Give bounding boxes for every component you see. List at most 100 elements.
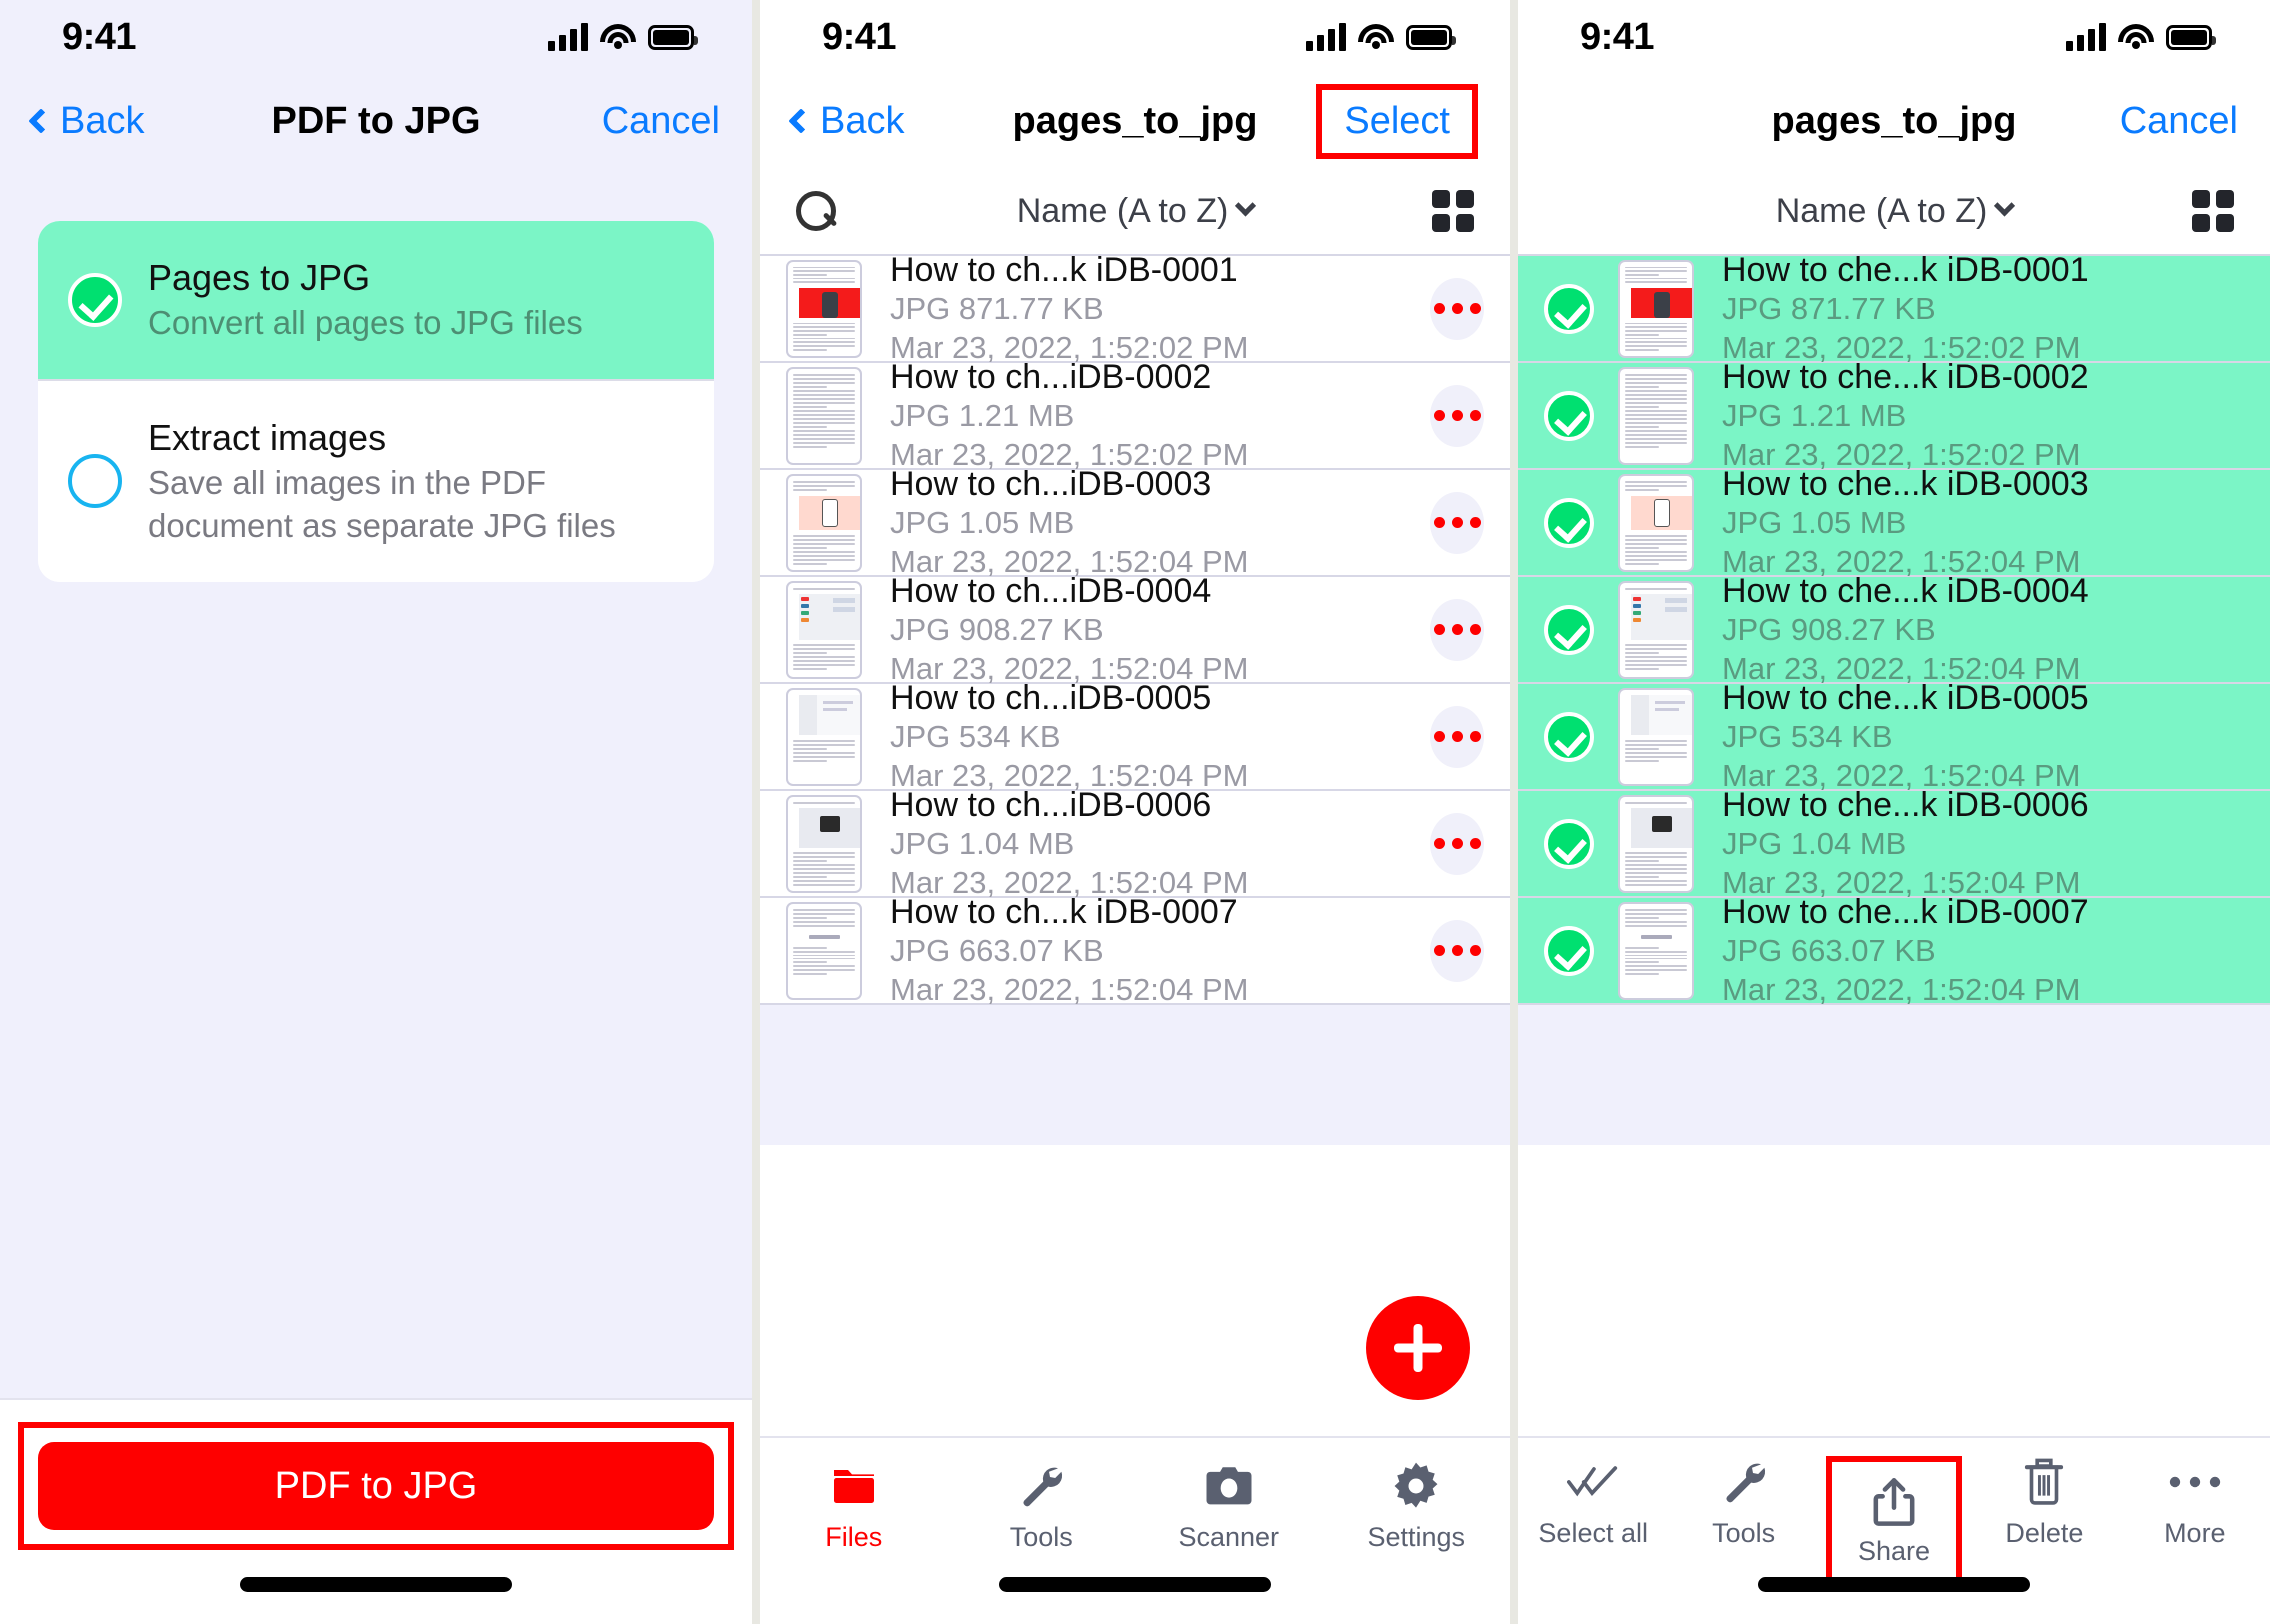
row-checkbox-selected-icon[interactable] <box>1544 925 1594 976</box>
sort-dropdown[interactable]: Name (A to Z) <box>1017 192 1257 231</box>
chevron-left-icon <box>788 108 814 134</box>
table-row[interactable]: How to che...k iDB-0006 JPG 1.04 MB Mar … <box>1518 786 2270 900</box>
radio-unselected-icon[interactable] <box>68 454 122 509</box>
row-checkbox-selected-icon[interactable] <box>1544 497 1594 548</box>
file-meta: How to ch...iDB-0005 JPG 534 KB Mar 23, … <box>882 678 1410 796</box>
tab-files[interactable]: Files <box>760 1460 948 1553</box>
row-checkbox-selected-icon[interactable] <box>1544 711 1594 762</box>
file-date: Mar 23, 2022, 1:52:04 PM <box>1722 971 2081 1007</box>
home-indicator <box>999 1577 1271 1592</box>
radio-selected-icon[interactable] <box>68 272 122 327</box>
option-title: Extract images <box>148 416 387 458</box>
option-text: Extract images Save all images in the PD… <box>148 415 684 548</box>
trash-icon <box>2018 1456 2070 1508</box>
more-options-icon[interactable] <box>1430 919 1484 982</box>
status-bar-clock: 9:41 <box>62 15 137 58</box>
table-row[interactable]: How to ch...iDB-0004 JPG 908.27 KB Mar 2… <box>760 572 1510 686</box>
action-label: More <box>2164 1518 2226 1548</box>
thumbnail-lines <box>1625 373 1687 458</box>
status-bar-clock: 9:41 <box>822 15 897 58</box>
more-options-icon[interactable] <box>1430 598 1484 661</box>
file-meta: How to ch...iDB-0006 JPG 1.04 MB Mar 23,… <box>882 785 1410 903</box>
file-date: Mar 23, 2022, 1:52:04 PM <box>890 971 1249 1007</box>
grid-view-icon[interactable] <box>1432 190 1474 232</box>
cancel-button[interactable]: Cancel <box>602 100 720 143</box>
sort-dropdown[interactable]: Name (A to Z) <box>1776 192 2016 231</box>
row-checkbox-selected-icon[interactable] <box>1544 283 1594 334</box>
table-row[interactable]: How to che...k iDB-0004 JPG 908.27 KB Ma… <box>1518 572 2270 686</box>
action-tools[interactable]: Tools <box>1668 1456 1818 1549</box>
table-row[interactable]: How to che...k iDB-0002 JPG 1.21 MB Mar … <box>1518 358 2270 472</box>
table-row[interactable]: How to ch...iDB-0006 JPG 1.04 MB Mar 23,… <box>760 786 1510 900</box>
table-row[interactable]: How to che...k iDB-0003 JPG 1.05 MB Mar … <box>1518 465 2270 579</box>
grid-view-icon[interactable] <box>2192 190 2234 232</box>
table-row[interactable]: How to ch...k iDB-0001 JPG 871.77 KB Mar… <box>760 251 1510 365</box>
file-name: How to ch...iDB-0004 <box>890 571 1212 610</box>
file-thumbnail <box>1618 473 1694 572</box>
table-row[interactable]: How to ch...iDB-0005 JPG 534 KB Mar 23, … <box>760 679 1510 793</box>
selection-action-bar: Select all Tools Share Delete More <box>1518 1436 2270 1624</box>
action-select-all[interactable]: Select all <box>1518 1456 1668 1549</box>
navigation-bar: pages_to_jpg Cancel <box>1518 74 2270 168</box>
more-options-icon[interactable] <box>1430 384 1484 447</box>
file-thumbnail <box>1618 259 1694 358</box>
more-options-icon[interactable] <box>1430 812 1484 875</box>
file-size: JPG 1.21 MB <box>890 397 1075 433</box>
more-options-icon[interactable] <box>1430 705 1484 768</box>
bottom-action-bar: PDF to JPG <box>0 1398 752 1624</box>
row-checkbox-selected-icon[interactable] <box>1544 604 1594 655</box>
row-checkbox-selected-icon[interactable] <box>1544 818 1594 869</box>
table-row[interactable]: How to ch...k iDB-0007 JPG 663.07 KB Mar… <box>760 893 1510 1007</box>
option-extract-images[interactable]: Extract images Save all images in the PD… <box>38 378 714 582</box>
action-share[interactable]: Share <box>1819 1456 1969 1583</box>
more-options-icon[interactable] <box>1430 491 1484 554</box>
more-options-icon[interactable] <box>1430 277 1484 340</box>
table-row[interactable]: How to che...k iDB-0005 JPG 534 KB Mar 2… <box>1518 679 2270 793</box>
status-bar-icons <box>548 23 698 51</box>
pdf-to-jpg-button[interactable]: PDF to JPG <box>38 1442 714 1530</box>
file-thumbnail <box>1618 366 1694 465</box>
file-meta: How to che...k iDB-0007 JPG 663.07 KB Ma… <box>1714 892 2244 1010</box>
list-empty-space <box>1518 1005 2270 1145</box>
cancel-button[interactable]: Cancel <box>2120 100 2238 143</box>
file-meta: How to ch...iDB-0004 JPG 908.27 KB Mar 2… <box>882 571 1410 689</box>
thumbnail-lines <box>1625 908 1687 993</box>
thumbnail-lines <box>1625 480 1692 565</box>
list-toolbar: Name (A to Z) <box>1518 168 2270 254</box>
tab-settings[interactable]: Settings <box>1323 1460 1511 1553</box>
file-name: How to che...k iDB-0004 <box>1722 571 2089 610</box>
back-button[interactable]: Back <box>28 100 144 143</box>
wifi-icon <box>600 24 636 50</box>
file-meta: How to che...k iDB-0002 JPG 1.21 MB Mar … <box>1714 357 2244 475</box>
folder-icon <box>828 1460 880 1512</box>
tab-scanner[interactable]: Scanner <box>1135 1460 1323 1553</box>
file-name: How to che...k iDB-0003 <box>1722 464 2089 503</box>
tab-tools[interactable]: Tools <box>948 1460 1136 1553</box>
option-pages-to-jpg[interactable]: Pages to JPG Convert all pages to JPG fi… <box>38 221 714 379</box>
option-subtitle: Convert all pages to JPG files <box>148 304 583 341</box>
navigation-bar: Back pages_to_jpg Select <box>760 74 1510 168</box>
home-indicator <box>240 1577 512 1592</box>
back-button[interactable]: Back <box>788 100 904 143</box>
thumbnail-lines <box>793 373 855 458</box>
action-label: Delete <box>2005 1518 2084 1548</box>
action-delete[interactable]: Delete <box>1969 1456 2119 1549</box>
add-file-button[interactable] <box>1366 1296 1470 1400</box>
file-thumbnail <box>1618 687 1694 786</box>
share-icon <box>1868 1476 1920 1528</box>
table-row[interactable]: How to che...k iDB-0001 JPG 871.77 KB Ma… <box>1518 251 2270 365</box>
table-row[interactable]: How to che...k iDB-0007 JPG 663.07 KB Ma… <box>1518 893 2270 1007</box>
option-text: Pages to JPG Convert all pages to JPG fi… <box>148 255 583 345</box>
file-name: How to ch...k iDB-0001 <box>890 250 1238 289</box>
select-button[interactable]: Select <box>1316 83 1478 159</box>
table-row[interactable]: How to ch...iDB-0003 JPG 1.05 MB Mar 23,… <box>760 465 1510 579</box>
table-row[interactable]: How to ch...iDB-0002 JPG 1.21 MB Mar 23,… <box>760 358 1510 472</box>
search-icon[interactable] <box>796 191 836 231</box>
file-list: How to ch...k iDB-0001 JPG 871.77 KB Mar… <box>760 251 1510 1145</box>
action-more[interactable]: More <box>2120 1456 2270 1549</box>
cellular-signal-icon <box>2066 23 2106 51</box>
wrench-icon <box>1015 1460 1067 1512</box>
row-checkbox-selected-icon[interactable] <box>1544 390 1594 441</box>
tab-label: Files <box>825 1522 883 1552</box>
highlight-annotation: Share <box>1825 1456 1963 1583</box>
